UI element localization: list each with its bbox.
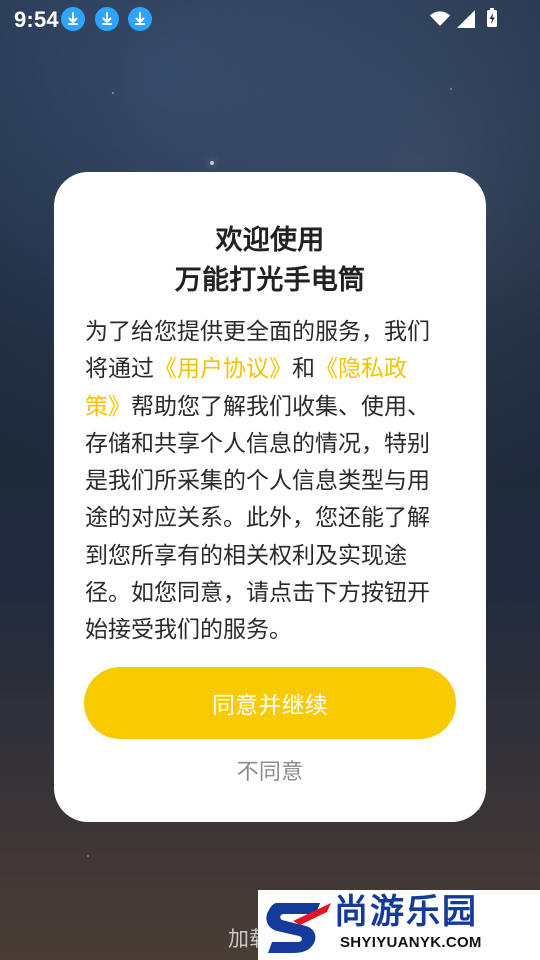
download-icon (128, 7, 152, 31)
agree-and-continue-button[interactable]: 同意并继续 (84, 667, 456, 739)
battery-icon (487, 8, 497, 27)
privacy-consent-dialog: 欢迎使用 万能打光手电筒 为了给您提供更全面的服务，我们 将通过《用户协议》和《… (54, 172, 486, 822)
app-screen: 9:54 欢迎使用 万能打光手电筒 为了给您提供更全面的服务，我们 将通过《用户… (0, 0, 540, 960)
privacy-policy-link-part-2[interactable]: 策》 (85, 394, 131, 420)
watermark-url: SHYIYUANYK.COM (340, 934, 482, 951)
dialog-body-line: 径。如您同意，请点击下方按钮开 (85, 580, 430, 607)
download-icon (61, 7, 85, 31)
dialog-body-line: 为了给您提供更全面的服务，我们 (85, 319, 430, 345)
status-bar: 9:54 (0, 0, 540, 36)
dialog-body-line: 始接受我们的服务。 (85, 617, 292, 644)
background-star (450, 88, 452, 90)
dialog-body-connector: 和 (292, 356, 315, 383)
privacy-policy-link-part-1[interactable]: 《隐私政 (315, 356, 407, 382)
dialog-body-line: 途的对应关系。此外，您还能了解 (85, 505, 430, 532)
watermark-title: 尚游乐园 (334, 892, 478, 932)
dialog-body-line: 到您所享有的相关权利及实现途 (85, 542, 407, 569)
dialog-body-line: 将通过 (85, 356, 154, 383)
user-agreement-link[interactable]: 《用户协议》 (154, 356, 292, 382)
status-time: 9:54 (14, 7, 59, 32)
dialog-body-line: 是我们所采集的个人信息类型与用 (85, 468, 430, 495)
signal-icon (457, 10, 475, 28)
download-icon (68, 12, 78, 25)
download-icon (95, 7, 119, 31)
dialog-body-line: 帮助您了解我们收集、使用、 (131, 393, 430, 420)
background-star (210, 161, 214, 165)
disagree-button[interactable]: 不同意 (54, 754, 486, 786)
background-star (87, 855, 89, 857)
wifi-icon (430, 11, 450, 26)
download-icon (102, 12, 112, 25)
site-watermark: 尚游乐园 SHYIYUANYK.COM (258, 890, 540, 960)
background-star (112, 92, 114, 94)
download-icon (135, 12, 145, 25)
dialog-title-line-1: 欢迎使用 (215, 225, 325, 256)
dialog-title-line-2: 万能打光手电筒 (174, 265, 366, 296)
dialog-body-line: 存储和共享个人信息的情况，特别 (85, 430, 430, 457)
dialog-body-text: 为了给您提供更全面的服务，我们 将通过《用户协议》和《隐私政 策》帮助您了解我们… (85, 314, 455, 650)
